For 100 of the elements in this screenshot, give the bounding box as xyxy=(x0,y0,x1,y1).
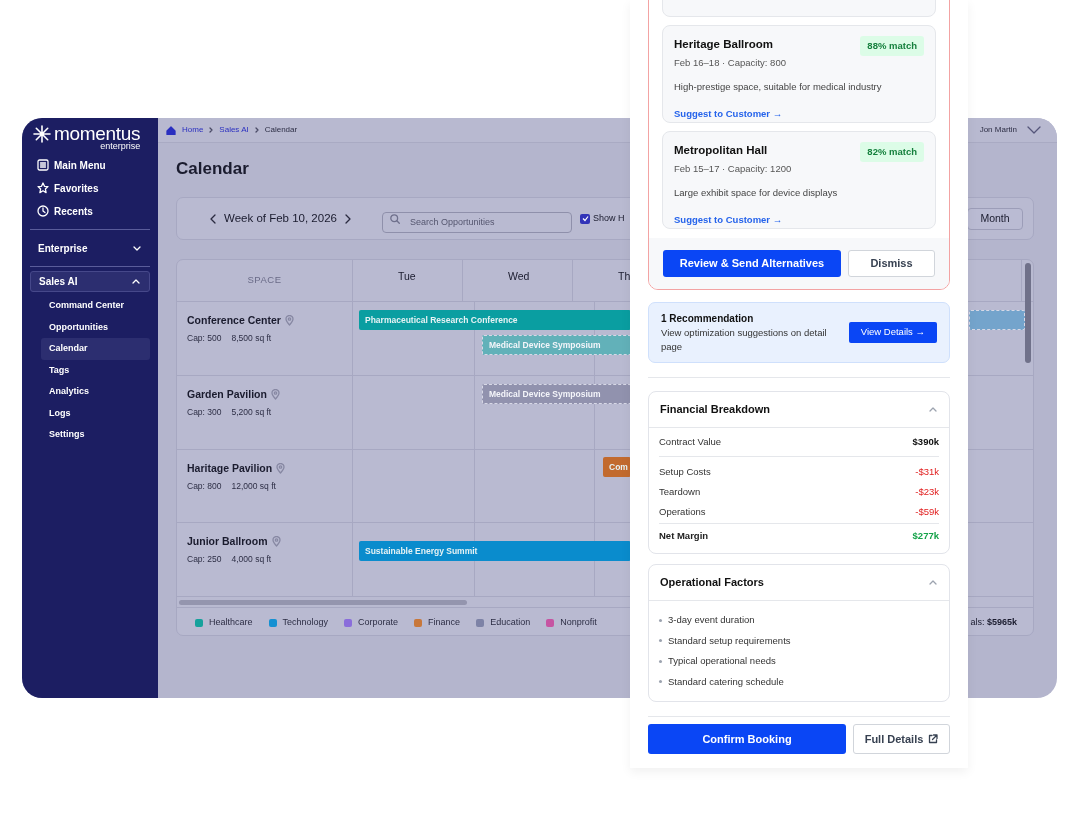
sidebar-item[interactable]: Favorites xyxy=(37,180,158,196)
search-field[interactable]: Search Opportunities xyxy=(382,211,572,233)
home-icon xyxy=(166,125,176,135)
space-capacity: Cap: 500 xyxy=(187,331,222,345)
user-name[interactable]: Jon Martin xyxy=(979,124,1017,136)
line-label: Teardown xyxy=(659,484,701,499)
sidebar-item[interactable]: Main Menu xyxy=(37,157,158,173)
sidebar-group[interactable]: Sales AI xyxy=(30,271,150,292)
totals-text: als: $5965k xyxy=(970,615,1017,629)
line-label: Operations xyxy=(659,504,706,519)
list-icon xyxy=(37,159,49,171)
space-area: 4,000 sq ft xyxy=(231,552,272,566)
scrollbar-thumb[interactable] xyxy=(1025,263,1031,363)
legend-label: Finance xyxy=(428,615,461,629)
sidebar-subitem[interactable]: Opportunities xyxy=(41,316,150,338)
line-value: -$31k xyxy=(915,464,939,479)
space-name: Garden Pavilion xyxy=(187,387,267,402)
legend-label: Nonprofit xyxy=(560,615,597,629)
action-button[interactable]: Review & Send Alternatives xyxy=(663,250,841,277)
day-header: Tue xyxy=(353,260,463,301)
section-title: Financial Breakdown xyxy=(660,402,771,418)
action-button[interactable]: Dismiss xyxy=(848,250,935,277)
logo-wordmark: momentus xyxy=(54,124,141,143)
sidebar-subitem[interactable]: Tags xyxy=(41,359,150,381)
space-name: Haritage Pavilion xyxy=(187,461,273,476)
space-area: 12,000 sq ft xyxy=(231,479,276,493)
event-bar[interactable] xyxy=(969,310,1025,330)
sidebar-subitem[interactable]: Settings xyxy=(41,424,150,446)
suggest-link[interactable]: Suggest to Customer → xyxy=(674,212,783,227)
factor-item: Standard catering schedule xyxy=(668,674,784,689)
bullet-icon xyxy=(659,680,662,684)
breadcrumb-link[interactable]: Home xyxy=(182,124,204,136)
factor-item: Typical operational needs xyxy=(668,654,776,669)
chevron-right-icon xyxy=(254,127,259,133)
details-button[interactable]: Full Details xyxy=(853,724,950,754)
section-header[interactable]: Financial Breakdown xyxy=(649,392,949,428)
star-icon xyxy=(37,182,49,194)
sidebar-item[interactable]: Recents xyxy=(37,203,158,219)
space-capacity: Cap: 300 xyxy=(187,405,222,419)
view-details-button[interactable]: View Details → xyxy=(848,322,937,343)
legend-label: Healthcare xyxy=(209,615,253,629)
match-badge: 88% match xyxy=(860,36,924,57)
space-capacity: Cap: 800 xyxy=(187,479,222,493)
venue-details: Feb 15–17 · Capacity: 1200 xyxy=(674,162,792,177)
sidebar-group[interactable]: Enterprise xyxy=(30,238,150,259)
sidebar-subitem[interactable]: Command Center xyxy=(41,295,150,317)
match-badge: 82% match xyxy=(860,142,924,163)
space-area: 8,500 sq ft xyxy=(231,331,272,345)
view-button[interactable]: Month xyxy=(967,207,1023,230)
confirm-button[interactable]: Confirm Booking xyxy=(648,724,846,754)
venue-name: Metropolitan Hall xyxy=(674,143,769,158)
chevron-down-icon xyxy=(132,244,142,253)
space-name: Junior Ballroom xyxy=(187,534,268,549)
chevron-left-icon xyxy=(210,213,216,224)
chevron-right-icon xyxy=(344,213,351,224)
space-area: 5,200 sq ft xyxy=(231,405,272,419)
checkbox-label: Show H xyxy=(593,211,625,225)
legend-label: Education xyxy=(490,615,531,629)
space-name: Conference Center xyxy=(187,313,281,328)
line-label: Setup Costs xyxy=(659,464,711,479)
factor-item: 3-day event duration xyxy=(668,613,755,628)
location-pin-icon xyxy=(271,536,281,548)
location-pin-icon xyxy=(284,315,294,327)
section-title: Operational Factors xyxy=(660,575,764,591)
sidebar-subitem[interactable]: Analytics xyxy=(41,381,150,403)
venue-name: Heritage Ballroom xyxy=(674,37,775,52)
legend-label: Technology xyxy=(282,615,329,629)
venue-note: High-prestige space, suitable for medical industry xyxy=(674,79,883,94)
venue-details: Feb 16–18 · Capacity: 800 xyxy=(674,56,786,71)
checkbox[interactable] xyxy=(580,213,590,224)
sidebar-subitem[interactable]: Logs xyxy=(41,402,150,424)
line-value: -$23k xyxy=(915,484,939,499)
bullet-icon xyxy=(659,618,662,622)
suggest-link[interactable]: Suggest to Customer → xyxy=(674,106,783,121)
factor-item: Standard setup requirements xyxy=(668,633,791,648)
logo-tagline: enterprise xyxy=(100,142,141,151)
breadcrumb-link[interactable]: Sales AI xyxy=(219,124,249,136)
column-header: SPACE xyxy=(177,260,353,301)
external-link-icon xyxy=(928,734,939,744)
event-bar[interactable]: Com xyxy=(603,457,631,477)
sidebar-subitem[interactable]: Calendar xyxy=(41,338,150,360)
line-value: $390k xyxy=(912,434,939,449)
line-value: $277k xyxy=(912,529,939,544)
bullet-icon xyxy=(659,659,662,663)
chevron-right-icon xyxy=(209,127,214,133)
clock-icon xyxy=(37,205,49,217)
search-icon xyxy=(390,213,400,224)
section-header[interactable]: Operational Factors xyxy=(649,565,949,601)
space-capacity: Cap: 250 xyxy=(187,552,222,566)
recommendation-text: View optimization suggestions on detail page xyxy=(661,326,828,354)
scrollbar-thumb[interactable] xyxy=(179,599,467,605)
location-pin-icon xyxy=(270,389,280,401)
line-value: -$59k xyxy=(915,504,939,519)
legend-label: Corporate xyxy=(358,615,399,629)
page-title: Calendar xyxy=(176,158,249,180)
day-header: Wed xyxy=(463,260,573,301)
line-label: Net Margin xyxy=(659,529,709,544)
venue-note: Large exhibit space for device displays xyxy=(674,185,839,200)
bullet-icon xyxy=(659,639,662,643)
recommendation-title: 1 Recommendation xyxy=(661,312,755,326)
